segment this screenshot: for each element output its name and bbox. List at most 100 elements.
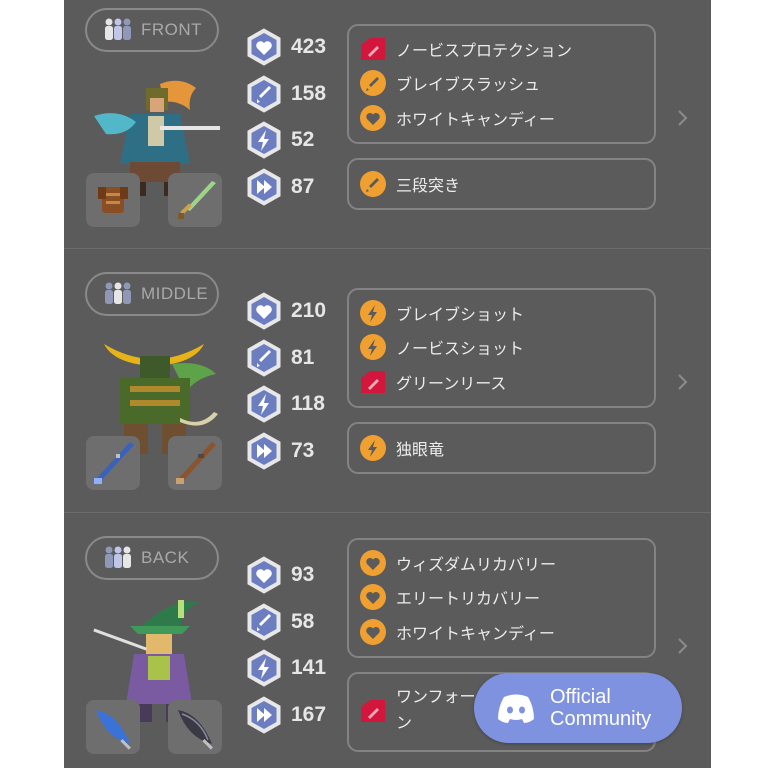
skill-label-line1: ワンフォー (396, 687, 476, 706)
heart-icon (246, 292, 282, 330)
stat-value: 87 (291, 175, 315, 198)
skill-item[interactable]: ホワイトキャンディー (359, 617, 555, 647)
party-row-middle[interactable]: MIDDLE 210 81 118 73 ブレイブショット ノービスショット グ… (64, 250, 711, 514)
stat-value: 141 (291, 656, 327, 679)
blue-quill-icon (96, 710, 131, 750)
skill-item[interactable]: ブレイブスラッシュ (359, 68, 540, 98)
position-label: MIDDLE (141, 284, 209, 303)
skill-item[interactable]: 独眼竜 (359, 433, 444, 463)
skill-item[interactable]: ブレイブショット (359, 298, 524, 328)
position-label: BACK (141, 548, 190, 567)
stat-value: 73 (291, 439, 315, 462)
chevron-right-icon[interactable] (676, 636, 690, 656)
lightning-icon (246, 385, 282, 423)
stat-value: 210 (291, 299, 327, 322)
special-skill-box[interactable]: 独眼竜 (347, 422, 656, 474)
blue-rifle-icon (94, 442, 134, 484)
sword-icon (246, 339, 282, 377)
stat-speed: 87 (246, 169, 314, 205)
grey-quill-icon (178, 710, 213, 750)
stat-attack: 58 (246, 604, 314, 640)
skill-label: ブレイブスラッシュ (396, 75, 541, 94)
heart-orange-icon (360, 584, 386, 610)
skill-item[interactable]: ノービスプロテクション (359, 34, 572, 64)
fast-forward-icon (246, 432, 282, 470)
skill-item[interactable] (359, 696, 387, 726)
skill-item[interactable]: ノービスショット (359, 332, 524, 362)
skill-item[interactable]: 三段突き (359, 169, 460, 199)
skill-label-line2: ン (396, 713, 413, 732)
row-divider (64, 512, 711, 513)
weapon-slot[interactable] (168, 173, 222, 227)
stat-value: 81 (291, 346, 315, 369)
stat-hp: 93 (246, 557, 314, 593)
skill-item[interactable]: エリートリカバリー (359, 582, 540, 612)
sword-orange-icon (360, 171, 386, 197)
chevron-right-icon[interactable] (676, 372, 690, 392)
stat-hp: 210 (246, 293, 326, 329)
position-pill-back: BACK (85, 536, 219, 580)
community-label: Official Community (550, 686, 651, 730)
stat-value: 158 (291, 82, 327, 105)
weapon-slot[interactable] (168, 700, 222, 754)
lightning-orange-icon (360, 300, 386, 326)
sword-icon (246, 75, 282, 113)
stat-value: 118 (291, 392, 325, 415)
fast-forward-icon (246, 168, 282, 206)
party-formation-icon (105, 546, 131, 568)
skill-label: 独眼竜 (396, 440, 445, 459)
fast-forward-icon (246, 696, 282, 734)
party-row-front[interactable]: FRONT 423 158 52 87 ノービスプロテクション ブレイブスラッシ… (64, 0, 711, 264)
shield-red-icon (361, 700, 385, 722)
row-divider (64, 248, 711, 249)
heart-orange-icon (360, 619, 386, 645)
stat-value: 52 (291, 128, 315, 151)
shield-red-icon (361, 38, 385, 60)
party-formation-icon (105, 282, 131, 304)
skill-item[interactable]: ホワイトキャンディー (359, 103, 555, 133)
shield-red-icon (361, 371, 385, 393)
lightning-orange-icon (360, 435, 386, 461)
party-panel: FRONT 423 158 52 87 ノービスプロテクション ブレイブスラッシ… (64, 0, 711, 768)
sword-icon (246, 603, 282, 641)
stat-attack: 158 (246, 76, 326, 112)
special-skill-box[interactable]: 三段突き (347, 158, 656, 210)
skill-label: ノービスプロテクション (396, 41, 573, 60)
chevron-right-icon[interactable] (676, 108, 690, 128)
position-pill-middle: MIDDLE (85, 272, 219, 316)
skill-list-box[interactable]: ブレイブショット ノービスショット グリーンリース (347, 288, 656, 408)
official-community-button[interactable]: Official Community (474, 673, 682, 743)
skill-item[interactable]: ウィズダムリカバリー (359, 548, 556, 578)
stat-magic: 118 (246, 386, 325, 422)
skill-item[interactable]: グリーンリース (359, 367, 506, 397)
skill-label: ノービスショット (396, 339, 525, 358)
stat-magic: 141 (246, 650, 326, 686)
stat-value: 167 (291, 703, 327, 726)
lightning-icon (246, 649, 282, 687)
skill-list-box[interactable]: ノービスプロテクション ブレイブスラッシュ ホワイトキャンディー (347, 24, 656, 144)
weapon-slot[interactable] (86, 436, 140, 490)
weapon-slot[interactable] (168, 436, 222, 490)
community-label-line1: Official (550, 686, 611, 708)
stat-value: 58 (291, 610, 315, 633)
position-label: FRONT (141, 20, 203, 39)
armor-slot[interactable] (86, 173, 140, 227)
heart-orange-icon (360, 105, 386, 131)
discord-icon (498, 694, 534, 723)
stat-value: 93 (291, 563, 315, 586)
stat-speed: 73 (246, 433, 314, 469)
skill-label: ワンフォー ン (396, 684, 476, 736)
skill-label: エリートリカバリー (396, 589, 541, 608)
leather-armor-icon (98, 187, 128, 213)
weapon-slot[interactable] (86, 700, 140, 754)
position-pill-front: FRONT (85, 8, 219, 52)
community-label-line2: Community (550, 708, 652, 730)
stat-attack: 81 (246, 340, 314, 376)
skill-label: ブレイブショット (396, 305, 525, 324)
skill-label: 三段突き (396, 176, 461, 195)
skill-label: ウィズダムリカバリー (396, 555, 557, 574)
skill-list-box[interactable]: ウィズダムリカバリー エリートリカバリー ホワイトキャンディー (347, 538, 656, 658)
skill-label: ホワイトキャンディー (396, 110, 555, 129)
stat-speed: 167 (246, 697, 326, 733)
stat-hp: 423 (246, 29, 326, 65)
